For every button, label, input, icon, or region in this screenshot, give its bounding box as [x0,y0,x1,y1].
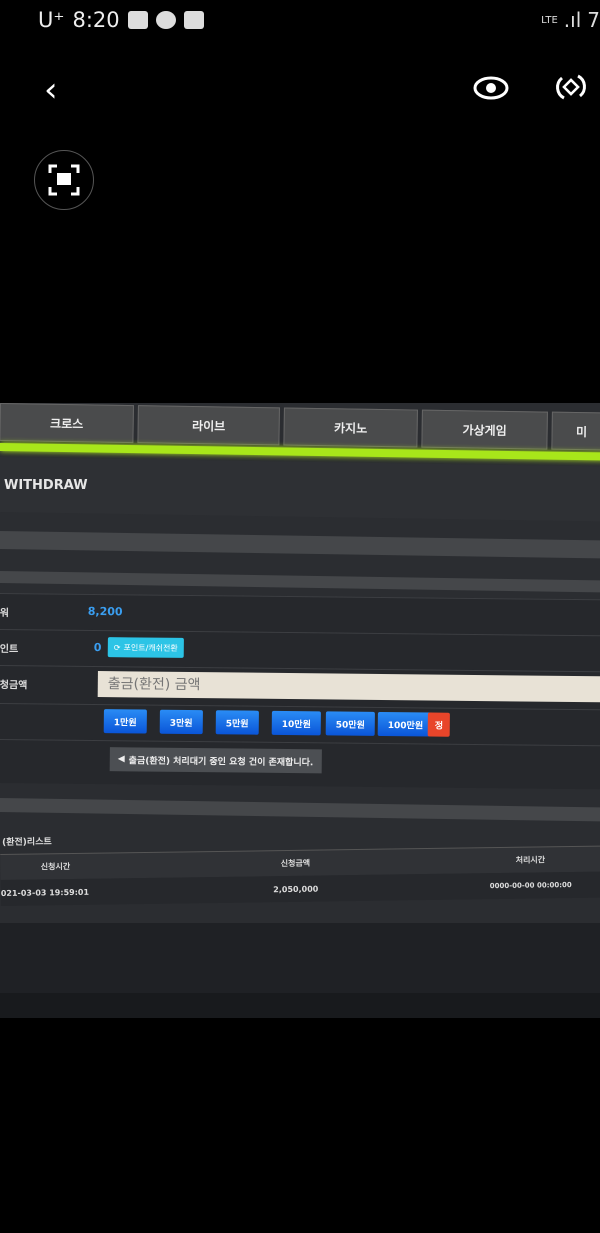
signal-icon: .ıl [563,8,582,32]
status-bar: U⁺ 8:20 [38,8,204,32]
cell-amount: 2,050,000 [273,884,319,894]
cell-processed: 0000-00-00 00:00:00 [489,881,572,891]
tab-virtual-game[interactable]: 가상게임 [421,409,548,450]
amount-100k-button[interactable]: 10만원 [271,710,322,736]
tab-cross[interactable]: 크로스 [0,403,134,444]
gallery-icon [127,11,148,29]
wifi-icon [183,11,204,29]
divider [0,531,600,559]
amount-row: 청금액 [0,665,600,710]
withdraw-list: (환전)리스트 신청시간 신청금액 처리시간 021-03-03 19:59:0… [0,826,600,906]
pending-notice: ◀ 출금(환전) 처리대기 중인 요청 건이 존재합니다. [109,747,322,774]
monitor-bezel [0,993,600,1018]
col-amount: 신청금액 [280,858,311,869]
eye-icon[interactable] [472,72,510,104]
col-requested-time: 신청시간 [40,862,71,872]
clock: 8:20 [72,8,120,32]
messenger-icon [155,11,176,29]
convert-button[interactable]: ⟳ 포인트/캐쉬전환 [107,637,184,658]
point-label: 인트 [0,643,19,656]
amount-label: 청금액 [0,679,28,692]
carrier: U⁺ [38,8,65,32]
battery-level: 7 [587,8,600,32]
amount-500k-button[interactable]: 50만원 [325,711,376,736]
send-icon: ◀ [117,754,125,765]
photo-of-monitor: 크로스 라이브 카지노 가상게임 미 WITHDRAW 워 8,200 인트 0… [0,403,600,1018]
footer-area [0,923,600,993]
tab-more[interactable]: 미 [551,411,600,451]
rotate-icon[interactable] [554,70,588,104]
convert-label: 포인트/캐쉬전환 [123,642,178,653]
point-value: 0 [93,640,102,655]
cell-requested: 021-03-03 19:59:01 [0,887,90,898]
title-band [0,457,600,522]
back-icon[interactable]: ‹ [44,70,58,110]
status-right: LTE .ıl 7 [541,8,600,32]
page-title: WITHDRAW [4,478,88,493]
amount-1m-button[interactable]: 100만원 [377,711,434,737]
divider [0,798,600,822]
withdraw-amount-input[interactable] [97,671,600,703]
tab-live[interactable]: 라이브 [137,405,280,446]
notice-text: 출금(환전) 처리대기 중인 요청 건이 존재합니다. [128,755,314,768]
reset-button[interactable]: 정 [427,712,451,737]
balance-value: 8,200 [87,604,123,619]
amount-10k-button[interactable]: 1만원 [103,709,147,734]
scan-image-button[interactable] [34,150,94,210]
notice-row: ◀ 출금(환전) 처리대기 중인 요청 건이 존재합니다. [0,739,600,790]
amount-30k-button[interactable]: 3만원 [159,709,203,735]
amount-50k-button[interactable]: 5만원 [215,710,259,735]
scan-image-icon [48,164,80,196]
refresh-icon: ⟳ [113,642,121,652]
network-type: LTE [541,14,558,26]
balance-label: 워 [0,607,10,620]
col-processed-time: 처리시간 [515,855,546,865]
divider [0,571,600,593]
tab-casino[interactable]: 카지노 [283,407,418,448]
